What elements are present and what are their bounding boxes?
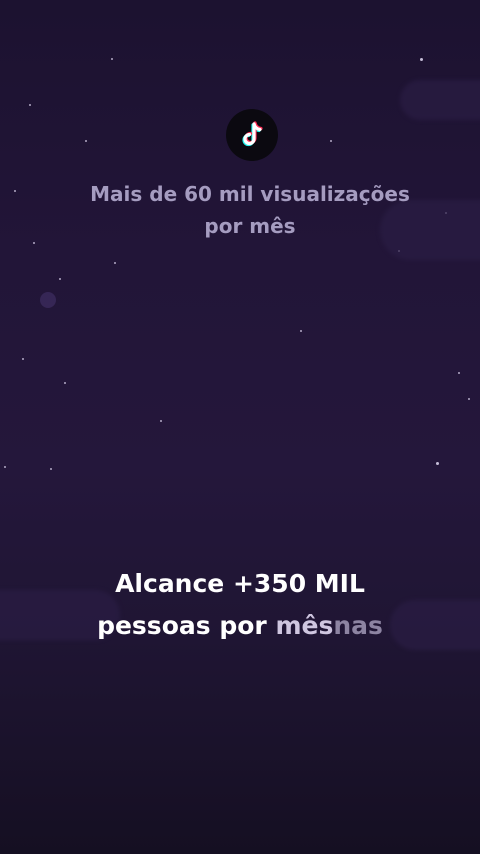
caption-word-nas: nas [333, 611, 383, 640]
tiktok-icon [242, 121, 263, 147]
tiktok-logo [226, 109, 278, 161]
subtitle-line-1: Mais de 60 mil visualizações [90, 182, 410, 206]
caption-line-2: pessoas por mêsnas [40, 605, 440, 647]
views-subtitle: Mais de 60 mil visualizações por mês [40, 178, 460, 242]
reach-caption: Alcance +350 MIL pessoas por mêsnas [40, 563, 440, 647]
caption-word-group-a: pessoas por [97, 611, 267, 640]
subtitle-line-2: por mês [204, 214, 296, 238]
caption-line-1: Alcance +350 MIL [115, 569, 365, 598]
caption-word-mes: mês [275, 611, 334, 640]
